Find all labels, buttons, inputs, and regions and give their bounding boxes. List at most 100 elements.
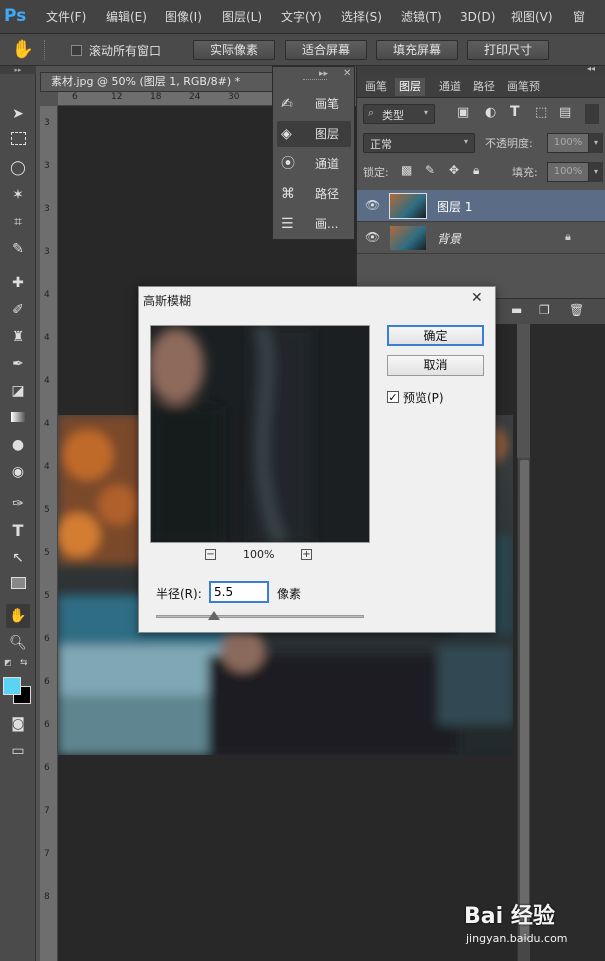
menu-edit[interactable]: 编辑(E) bbox=[106, 0, 147, 34]
cancel-button[interactable]: 取消 bbox=[387, 355, 484, 376]
menu-3d[interactable]: 3D(D) bbox=[460, 0, 495, 34]
hand-tool-icon[interactable]: ✋ bbox=[8, 37, 38, 63]
layer-name[interactable]: 图层 1 bbox=[437, 198, 472, 215]
filter-smart-icon[interactable]: ▤ bbox=[559, 105, 571, 120]
menu-select[interactable]: 选择(S) bbox=[341, 0, 382, 34]
menu-layer[interactable]: 图层(L) bbox=[222, 0, 262, 34]
move-tool-icon[interactable]: ➤ bbox=[6, 102, 30, 126]
mini-layers-item[interactable]: ◈ 图层 bbox=[277, 121, 351, 147]
lock-move-icon[interactable]: ✥ bbox=[449, 163, 459, 177]
fit-screen-button[interactable]: 适合屏幕 bbox=[285, 40, 367, 60]
foreground-color-swatch[interactable] bbox=[3, 677, 21, 695]
magic-wand-tool-icon[interactable]: ✶ bbox=[6, 183, 30, 207]
pen-tool-icon[interactable]: ✑ bbox=[6, 492, 30, 516]
visibility-eye-icon[interactable]: 👁︎ bbox=[365, 198, 380, 212]
healing-brush-tool-icon[interactable]: ✚ bbox=[6, 271, 30, 295]
radius-input[interactable]: 5.5 bbox=[209, 581, 269, 603]
ruler-vertical: 3 3 3 3 4 4 4 4 4 5 5 5 6 6 6 6 7 7 8 bbox=[40, 106, 58, 961]
menu-file[interactable]: 文件(F) bbox=[46, 0, 86, 34]
quick-mask-icon[interactable]: ◙ bbox=[6, 712, 30, 736]
path-selection-tool-icon[interactable]: ↖ bbox=[6, 546, 30, 570]
panel-grip: ◂◂ bbox=[357, 64, 605, 76]
print-size-button[interactable]: 打印尺寸 bbox=[467, 40, 549, 60]
hand-tool-icon[interactable]: ✋ bbox=[6, 604, 30, 628]
scroll-all-checkbox[interactable] bbox=[71, 45, 82, 56]
filter-pixel-icon[interactable]: ▣ bbox=[457, 105, 469, 120]
delete-layer-icon[interactable]: 🗑︎ bbox=[569, 303, 584, 317]
ruler-tick-label: 6 bbox=[44, 677, 50, 687]
new-group-icon[interactable]: ▬ bbox=[511, 303, 522, 317]
new-layer-icon[interactable]: ❐ bbox=[539, 303, 550, 317]
gradient-tool-icon[interactable] bbox=[6, 406, 30, 430]
vertical-scrollbar-thumb[interactable] bbox=[520, 460, 529, 940]
dock-close-icon[interactable]: ✕ bbox=[343, 68, 351, 79]
menu-window[interactable]: 窗 bbox=[573, 0, 585, 34]
eraser-tool-icon[interactable]: ◪ bbox=[6, 379, 30, 403]
layer-row-layer1[interactable]: 👁︎ 图层 1 bbox=[357, 190, 605, 222]
menu-type[interactable]: 文字(Y) bbox=[281, 0, 322, 34]
lock-all-icon[interactable]: 🔒︎ bbox=[473, 163, 479, 178]
ruler-tick-label: 6 bbox=[72, 92, 78, 102]
tools-collapse-icon[interactable]: ▸▸ bbox=[0, 66, 36, 74]
preview-checkbox[interactable]: ✓ bbox=[387, 391, 399, 403]
close-icon[interactable]: ✕ bbox=[471, 290, 483, 306]
rectangle-tool-icon[interactable] bbox=[6, 573, 30, 597]
mini-paths-item[interactable]: ⌘ 路径 bbox=[277, 181, 351, 207]
mini-adjust-item[interactable]: ☰ 画... bbox=[277, 211, 351, 237]
opacity-input[interactable]: 100% bbox=[547, 133, 589, 153]
tab-brush-presets[interactable]: 画笔预 bbox=[507, 78, 540, 96]
opacity-dropdown-icon[interactable]: ▾ bbox=[589, 133, 603, 153]
marquee-tool-icon[interactable] bbox=[6, 129, 30, 153]
preview-box[interactable] bbox=[150, 325, 370, 543]
zoom-in-icon[interactable]: + bbox=[301, 549, 312, 560]
visibility-eye-icon[interactable]: 👁︎ bbox=[365, 230, 380, 244]
mini-channels-item[interactable]: ⦿ 通道 bbox=[277, 151, 351, 177]
radius-slider-thumb[interactable] bbox=[208, 611, 221, 620]
fill-screen-button[interactable]: 填充屏幕 bbox=[376, 40, 458, 60]
layer-row-background[interactable]: 👁︎ 背景 🔒︎ bbox=[357, 222, 605, 254]
fill-dropdown-icon[interactable]: ▾ bbox=[589, 162, 603, 182]
tab-channels[interactable]: 通道 bbox=[439, 78, 461, 96]
actual-pixels-button[interactable]: 实际像素 bbox=[193, 40, 275, 60]
filter-toggle[interactable] bbox=[585, 104, 599, 124]
history-brush-tool-icon[interactable]: ✒ bbox=[6, 352, 30, 376]
fill-input[interactable]: 100% bbox=[547, 162, 589, 182]
tab-brush[interactable]: 画笔 bbox=[365, 78, 387, 96]
filter-shape-icon[interactable]: ⬚ bbox=[535, 105, 547, 120]
dodge-tool-icon[interactable]: ◉ bbox=[6, 460, 30, 484]
zoom-out-icon[interactable]: − bbox=[205, 549, 216, 560]
filter-type-icon[interactable]: T bbox=[510, 104, 520, 120]
options-bar: ✋ 滚动所有窗口 实际像素 适合屏幕 填充屏幕 打印尺寸 bbox=[0, 34, 605, 66]
vertical-scrollbar[interactable] bbox=[517, 458, 531, 961]
filter-adjust-icon[interactable]: ◐ bbox=[485, 105, 496, 120]
panel-collapse-icon[interactable]: ◂◂ bbox=[587, 64, 595, 73]
mini-brush-item[interactable]: ✍ 画笔 bbox=[277, 91, 351, 117]
radius-slider-track[interactable] bbox=[156, 615, 364, 618]
blur-tool-icon[interactable]: ● bbox=[6, 433, 30, 457]
ok-button[interactable]: 确定 bbox=[387, 325, 484, 346]
lock-transparent-icon[interactable]: ▩ bbox=[401, 163, 412, 177]
menu-image[interactable]: 图像(I) bbox=[165, 0, 202, 34]
menu-view[interactable]: 视图(V) bbox=[511, 0, 553, 34]
ruler-tick-label: 4 bbox=[44, 333, 50, 343]
dock-expand-icon[interactable]: ▸▸ bbox=[319, 69, 328, 79]
eyedropper-tool-icon[interactable]: ✎ bbox=[6, 237, 30, 261]
tab-layers[interactable]: 图层 bbox=[395, 78, 425, 96]
default-colors-icon[interactable]: ◩ bbox=[4, 658, 14, 668]
crop-tool-icon[interactable]: ⌗ bbox=[6, 210, 30, 234]
mini-layers-label: 图层 bbox=[315, 127, 340, 141]
layer-filter-select[interactable]: ⌕ 类型 ▾ bbox=[363, 104, 435, 124]
type-tool-icon[interactable]: T bbox=[6, 519, 30, 543]
blend-mode-select[interactable]: 正常 ▾ bbox=[363, 133, 475, 153]
lock-paint-icon[interactable]: ✎ bbox=[425, 163, 435, 177]
lasso-tool-icon[interactable]: ◯ bbox=[6, 156, 30, 180]
clone-stamp-tool-icon[interactable]: ♜ bbox=[6, 325, 30, 349]
swap-colors-icon[interactable]: ⇆ bbox=[20, 658, 30, 668]
zoom-tool-icon[interactable]: 🔍︎ bbox=[6, 631, 30, 655]
menu-filter[interactable]: 滤镜(T) bbox=[401, 0, 442, 34]
document-tab[interactable]: 素材.jpg @ 50% (图层 1, RGB/8#) * bbox=[40, 72, 275, 92]
tab-paths[interactable]: 路径 bbox=[473, 78, 495, 96]
brush-tool-icon[interactable]: ✐ bbox=[6, 298, 30, 322]
layer-name[interactable]: 背景 bbox=[437, 230, 461, 247]
screen-mode-icon[interactable]: ▭ bbox=[6, 739, 30, 763]
